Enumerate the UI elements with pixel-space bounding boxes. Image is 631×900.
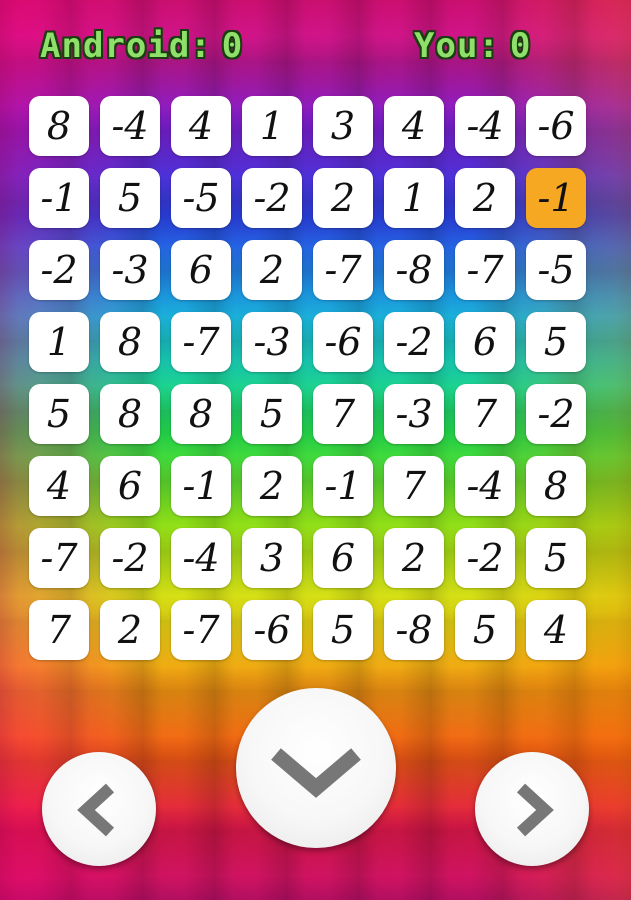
board-cell[interactable]: 2 (242, 456, 302, 516)
board-cell[interactable]: -2 (100, 528, 160, 588)
board-cell[interactable]: 4 (526, 600, 586, 660)
board-cell[interactable]: -3 (100, 240, 160, 300)
board-cell[interactable]: 7 (455, 384, 515, 444)
board-cell[interactable]: -6 (526, 96, 586, 156)
board-cell[interactable]: 3 (313, 96, 373, 156)
board-cell[interactable]: -7 (29, 528, 89, 588)
chevron-left-icon (77, 783, 115, 837)
board-cell[interactable]: -5 (171, 168, 231, 228)
board-cell[interactable]: 5 (526, 528, 586, 588)
board-cell[interactable]: -7 (313, 240, 373, 300)
board-cell[interactable]: 2 (242, 240, 302, 300)
board-cell[interactable]: 5 (526, 312, 586, 372)
board-cell[interactable]: -3 (242, 312, 302, 372)
board-cell[interactable]: 5 (100, 168, 160, 228)
board-cell[interactable]: 4 (384, 96, 444, 156)
board-cell[interactable]: 6 (313, 528, 373, 588)
board-cell[interactable]: 2 (384, 528, 444, 588)
drop-down-button[interactable] (236, 688, 396, 848)
board-cell-selected[interactable]: -1 (526, 168, 586, 228)
board-cell[interactable]: -7 (455, 240, 515, 300)
board-cell[interactable]: 8 (100, 312, 160, 372)
board-cell[interactable]: 5 (242, 384, 302, 444)
board-cell[interactable]: 8 (526, 456, 586, 516)
board-cell[interactable]: -1 (171, 456, 231, 516)
board-cell[interactable]: 8 (100, 384, 160, 444)
number-grid: 8 -4 4 1 3 4 -4 -6 -1 5 -5 -2 2 1 2 -1 -2 -3 6 2 -7 -8 -7 -5 1 8-… (29, 96, 593, 660)
android-score-label: Android: (40, 26, 212, 66)
board-cell[interactable]: -8 (384, 600, 444, 660)
board-cell[interactable]: 3 (242, 528, 302, 588)
board-cell[interactable]: -4 (100, 96, 160, 156)
board-cell[interactable]: 4 (29, 456, 89, 516)
move-left-button[interactable] (42, 752, 156, 866)
android-score: Android: 0 (40, 26, 243, 70)
board-cell[interactable]: -7 (171, 600, 231, 660)
board-cell[interactable]: 7 (313, 384, 373, 444)
board-cell[interactable]: -6 (242, 600, 302, 660)
board-cell[interactable]: 6 (100, 456, 160, 516)
board-cell[interactable]: 8 (29, 96, 89, 156)
board-cell[interactable]: -8 (384, 240, 444, 300)
board-cell[interactable]: -5 (526, 240, 586, 300)
board-cell[interactable]: 8 (171, 384, 231, 444)
board-cell[interactable]: 1 (384, 168, 444, 228)
chevron-right-icon (516, 783, 554, 837)
board-cell[interactable]: 1 (29, 312, 89, 372)
board-cell[interactable]: 7 (384, 456, 444, 516)
board-cell[interactable]: 2 (455, 168, 515, 228)
board-cell[interactable]: 2 (100, 600, 160, 660)
board-cell[interactable]: 4 (171, 96, 231, 156)
board-cell[interactable]: -4 (455, 456, 515, 516)
board-cell[interactable]: -2 (242, 168, 302, 228)
board-cell[interactable]: 7 (29, 600, 89, 660)
board-cell[interactable]: -2 (455, 528, 515, 588)
player-score: You: 0 (414, 26, 531, 70)
board-cell[interactable]: -2 (29, 240, 89, 300)
board-cell[interactable]: 6 (455, 312, 515, 372)
board-cell[interactable]: -6 (313, 312, 373, 372)
player-score-value: 0 (509, 26, 532, 66)
board-cell[interactable]: -7 (171, 312, 231, 372)
board-cell[interactable]: -3 (384, 384, 444, 444)
board-cell[interactable]: -4 (171, 528, 231, 588)
board-cell[interactable]: 1 (242, 96, 302, 156)
chevron-down-icon (271, 748, 361, 798)
move-right-button[interactable] (475, 752, 589, 866)
board-cell[interactable]: 5 (313, 600, 373, 660)
board-cell[interactable]: 5 (455, 600, 515, 660)
android-score-value: 0 (221, 26, 244, 66)
board-cell[interactable]: -2 (526, 384, 586, 444)
board-cell[interactable]: -4 (455, 96, 515, 156)
board-cell[interactable]: 5 (29, 384, 89, 444)
player-score-label: You: (414, 26, 500, 66)
board-cell[interactable]: 2 (313, 168, 373, 228)
board-cell[interactable]: -1 (29, 168, 89, 228)
board-cell[interactable]: -1 (313, 456, 373, 516)
board-cell[interactable]: 6 (171, 240, 231, 300)
board-cell[interactable]: -2 (384, 312, 444, 372)
